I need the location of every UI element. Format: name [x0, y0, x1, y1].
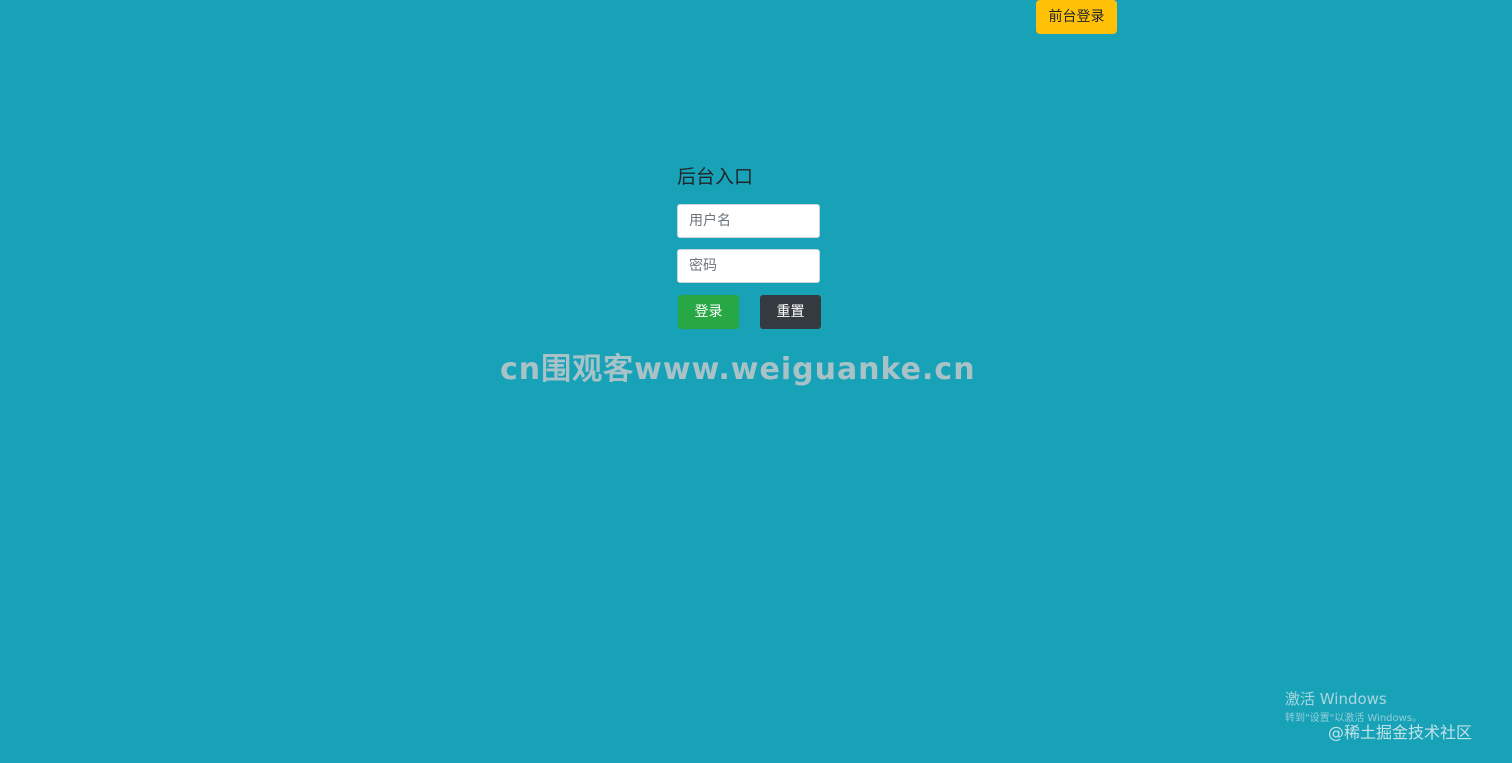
- front-login-button[interactable]: 前台登录: [1036, 0, 1117, 34]
- site-watermark: cn围观客www.weiguanke.cn: [500, 352, 976, 387]
- windows-activation-title: 激活 Windows: [1285, 690, 1387, 708]
- panel-title: 后台入口: [677, 166, 754, 188]
- admin-login-panel: 后台入口 登录 重置: [677, 163, 821, 329]
- username-input[interactable]: [677, 204, 820, 238]
- site-credit-watermark: @稀土掘金技术社区: [1328, 723, 1473, 742]
- login-button[interactable]: 登录: [678, 295, 739, 329]
- reset-button[interactable]: 重置: [760, 295, 821, 329]
- password-input[interactable]: [677, 249, 820, 283]
